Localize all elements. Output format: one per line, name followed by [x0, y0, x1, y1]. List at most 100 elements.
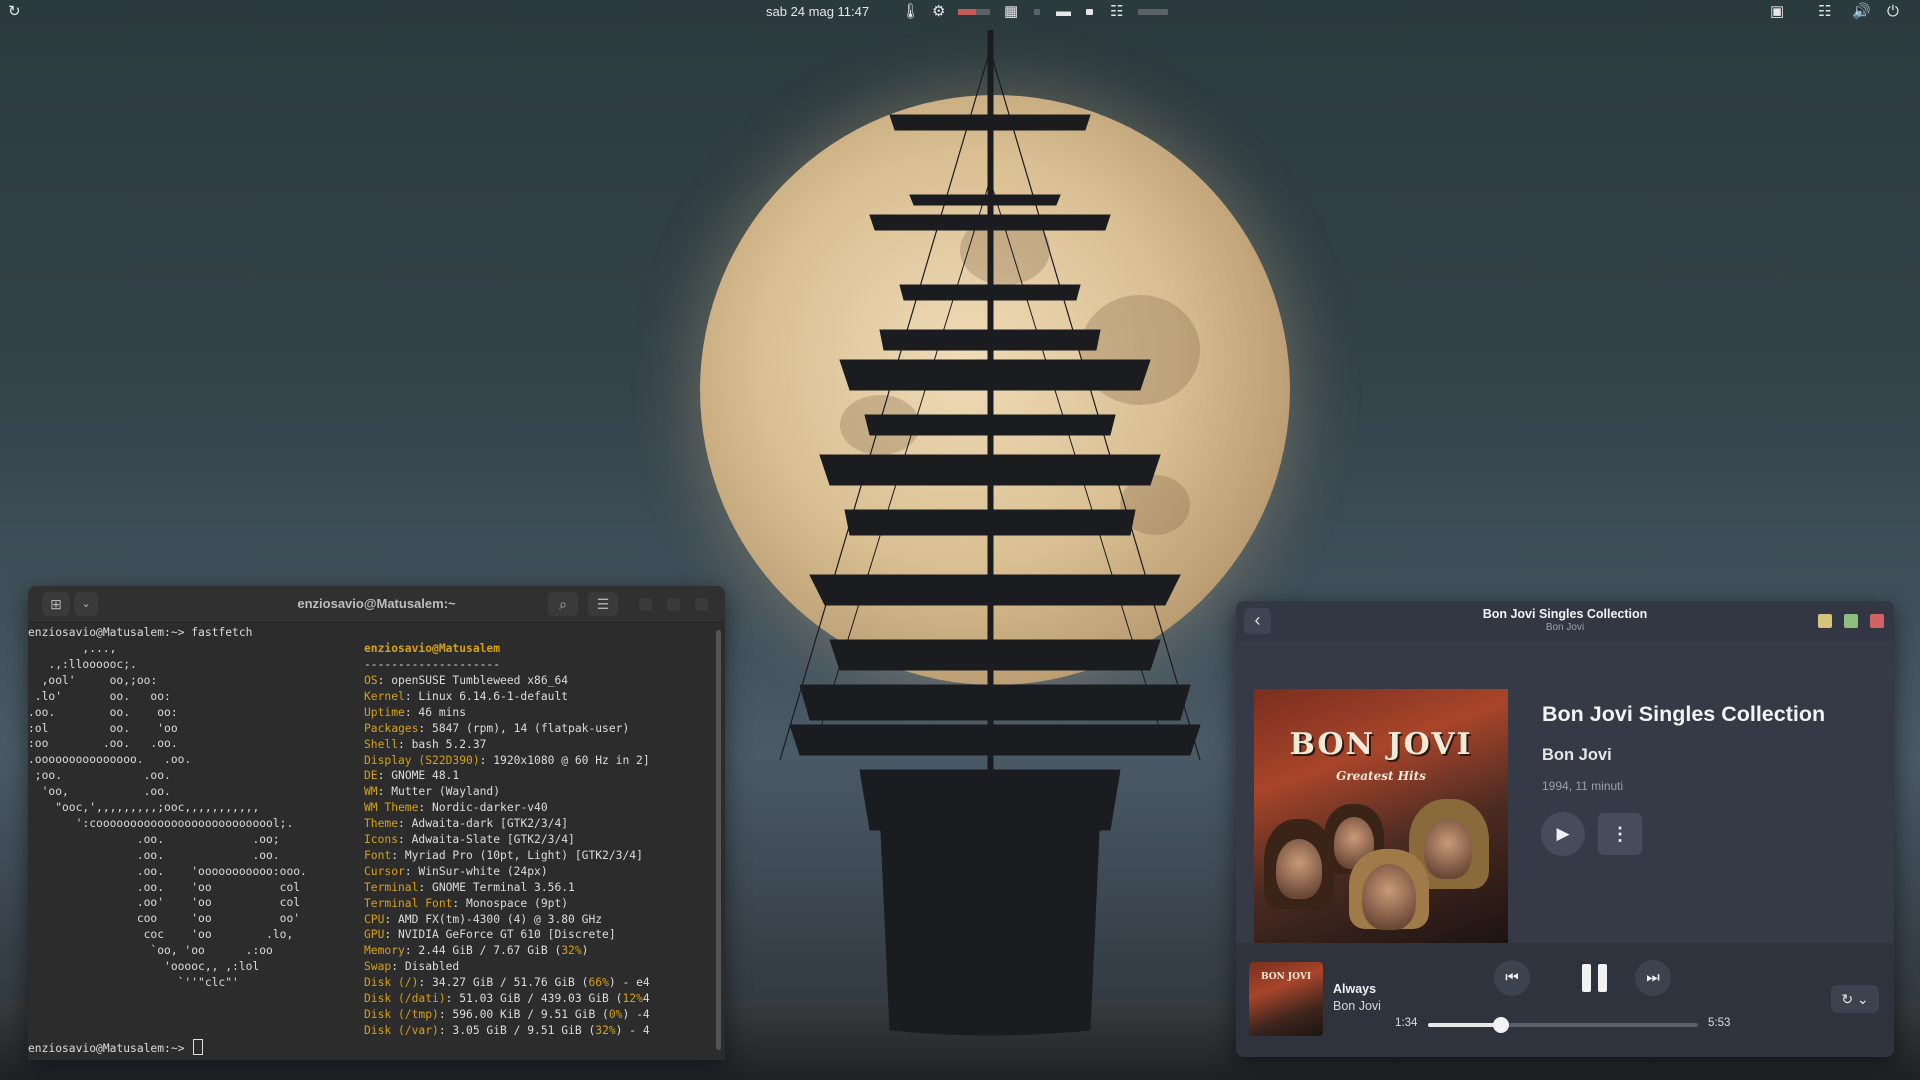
info-key: Memory — [364, 944, 405, 958]
info-line: Swap: Disabled — [364, 959, 459, 975]
info-line: Theme: Adwaita-dark [GTK2/3/4] — [364, 816, 568, 832]
next-track-button[interactable]: ⏭ — [1635, 960, 1671, 996]
album-title: Bon Jovi Singles Collection — [1542, 702, 1826, 726]
power-icon[interactable]: ⏻ — [1887, 3, 1899, 21]
info-key: WM — [364, 785, 378, 799]
network-speed-icon[interactable]: ☷ — [1110, 3, 1123, 21]
info-tail: ) — [581, 944, 589, 958]
logo-line: 'ooooc,, ,:lol — [28, 960, 260, 973]
total-time: 5:53 — [1708, 1017, 1731, 1029]
info-tail: ) - 4 — [615, 1023, 650, 1037]
info-value: : NVIDIA GeForce GT 610 [Discrete] — [384, 928, 616, 942]
play-album-button[interactable]: ▶ — [1541, 812, 1585, 856]
search-icon[interactable]: ⌕ — [548, 592, 578, 616]
info-value: : WinSur-white (24px) — [404, 864, 548, 878]
album-artist[interactable]: Bon Jovi — [1542, 746, 1612, 765]
memory-icon[interactable]: ▦ — [1004, 3, 1018, 21]
now-playing-artist: Bon Jovi — [1333, 999, 1381, 1013]
info-line: Disk (/var): 3.05 GiB / 9.51 GiB (32%) -… — [364, 1023, 650, 1039]
minimize-button[interactable] — [1818, 614, 1832, 628]
maximize-button[interactable] — [1844, 614, 1858, 628]
logo-line: ':cooooooooooooooooooooooooool;. — [28, 816, 294, 830]
close-button[interactable] — [695, 598, 708, 611]
info-line: Font: Myriad Pro (10pt, Light) [GTK2/3/4… — [364, 848, 643, 864]
screen-share-icon[interactable]: ▣ — [1770, 3, 1784, 21]
disk-icon[interactable]: ▬ — [1056, 3, 1071, 21]
info-key: CPU — [364, 912, 385, 926]
album-cover: BON JOVI Greatest Hits — [1254, 689, 1508, 943]
logo-line: ,..., — [28, 642, 117, 655]
music-player-window[interactable]: ‹ Bon Jovi Singles Collection Bon Jovi B… — [1236, 601, 1894, 1057]
info-value: : Monospace (9pt) — [452, 896, 569, 910]
network-icon[interactable]: ☷ — [1818, 3, 1831, 21]
now-playing-bar: BON JOVI Always Bon Jovi ⏮ ⏭ 1:34 5:53 ↻… — [1236, 943, 1894, 1057]
clock[interactable]: sab 24 mag 11:47 — [766, 4, 869, 19]
prompt-line[interactable]: enziosavio@Matusalem:~> — [28, 1039, 204, 1057]
info-value: : GNOME 48.1 — [377, 769, 460, 783]
info-key: Uptime — [364, 705, 405, 719]
info-value: : 51.03 GiB / 439.03 GiB ( — [445, 992, 623, 1005]
header-subtitle: Bon Jovi — [1545, 622, 1585, 633]
info-percent: 66% — [588, 976, 609, 990]
command-line: enziosavio@Matusalem:~> fastfetch — [28, 626, 253, 639]
terminal-scrollbar[interactable] — [716, 630, 721, 1050]
info-line: GPU: NVIDIA GeForce GT 610 [Discrete] — [364, 927, 616, 943]
logo-line: coc 'oo .lo, — [28, 928, 294, 942]
info-value: : openSUSE Tumbleweed x86_64 — [377, 674, 569, 687]
repeat-mode-button[interactable]: ↻ ⌄ — [1831, 985, 1879, 1013]
pause-button[interactable] — [1576, 959, 1614, 997]
info-key: Shell — [364, 737, 399, 751]
activities-icon[interactable]: ↻ — [8, 3, 21, 21]
info-key: Terminal Font — [364, 896, 453, 910]
info-key: Kernel — [364, 689, 405, 703]
info-key: WM Theme — [364, 801, 419, 815]
temperature-icon[interactable]: 🌡 — [901, 3, 920, 21]
info-key: Terminal — [364, 880, 419, 894]
info-line: Shell: bash 5.2.37 — [364, 737, 486, 753]
now-playing-cover[interactable]: BON JOVI — [1249, 962, 1323, 1036]
info-percent: 12% — [622, 992, 643, 1005]
info-key: Disk (/dati) — [364, 992, 446, 1005]
info-line: Disk (/tmp): 596.00 KiB / 9.51 GiB (0%) … — [364, 1007, 650, 1023]
logo-line: .oo. 'oo col — [28, 880, 301, 894]
info-tail: ) -4 — [622, 1007, 650, 1021]
previous-track-button[interactable]: ⏮ — [1494, 960, 1530, 996]
logo-line: ;oo. .oo. — [28, 769, 171, 783]
info-key: Packages — [364, 721, 419, 735]
cpu-icon[interactable]: ⚙ — [932, 3, 945, 21]
logo-line: coo 'oo oo' — [28, 912, 301, 926]
album-menu-button[interactable]: ⋮ — [1598, 813, 1642, 855]
seek-bar-thumb[interactable] — [1492, 1017, 1509, 1033]
terminal-headerbar[interactable]: ⊞ ⌄ enziosavio@Matusalem:~ ⌕ ☰ — [28, 586, 725, 623]
info-value: : bash 5.2.37 — [398, 737, 487, 751]
terminal-window[interactable]: ⊞ ⌄ enziosavio@Matusalem:~ ⌕ ☰ enziosavi… — [28, 586, 725, 1060]
close-button[interactable] — [1870, 614, 1884, 628]
info-line: OS: openSUSE Tumbleweed x86_64 — [364, 673, 568, 689]
hamburger-menu-icon[interactable]: ☰ — [588, 592, 618, 616]
info-value: : Nordic-darker-v40 — [418, 801, 548, 815]
skip-back-icon: ⏮ — [1505, 969, 1519, 986]
logo-line: 'oo, .oo. — [28, 785, 171, 799]
info-tail: ) - e4 — [608, 976, 650, 990]
info-key: Theme — [364, 817, 399, 831]
player-headerbar[interactable]: ‹ Bon Jovi Singles Collection Bon Jovi — [1236, 601, 1894, 641]
info-value: : 596.00 KiB / 9.51 GiB ( — [438, 1007, 609, 1021]
minimize-button[interactable] — [639, 598, 652, 611]
info-percent: 32% — [561, 944, 582, 958]
info-line: Icons: Adwaita-Slate [GTK2/3/4] — [364, 832, 575, 848]
logo-line: :oo .oo. .oo. — [28, 737, 178, 751]
fetch-host: enziosavio@Matusalem — [364, 642, 501, 655]
seek-bar[interactable] — [1428, 1017, 1698, 1033]
info-value: : Linux 6.14.6-1-default — [404, 689, 569, 703]
maximize-button[interactable] — [667, 598, 680, 611]
volume-icon[interactable]: 🔊 — [1852, 3, 1871, 21]
info-line: Packages: 5847 (rpm), 14 (flatpak-user) — [364, 721, 629, 737]
logo-line: .oo. .oo; — [28, 832, 280, 846]
memory-usage-bar — [1034, 9, 1040, 15]
info-key: Cursor — [364, 864, 405, 878]
info-value: : 3.05 GiB / 9.51 GiB ( — [438, 1023, 596, 1037]
terminal-output[interactable]: enziosavio@Matusalem:~> fastfetch ,..., … — [28, 623, 711, 1060]
logo-line: .oo' 'oo col — [28, 896, 301, 910]
logo-line: `oo, 'oo .:oo — [28, 944, 273, 958]
info-line: Kernel: Linux 6.14.6-1-default — [364, 689, 568, 705]
